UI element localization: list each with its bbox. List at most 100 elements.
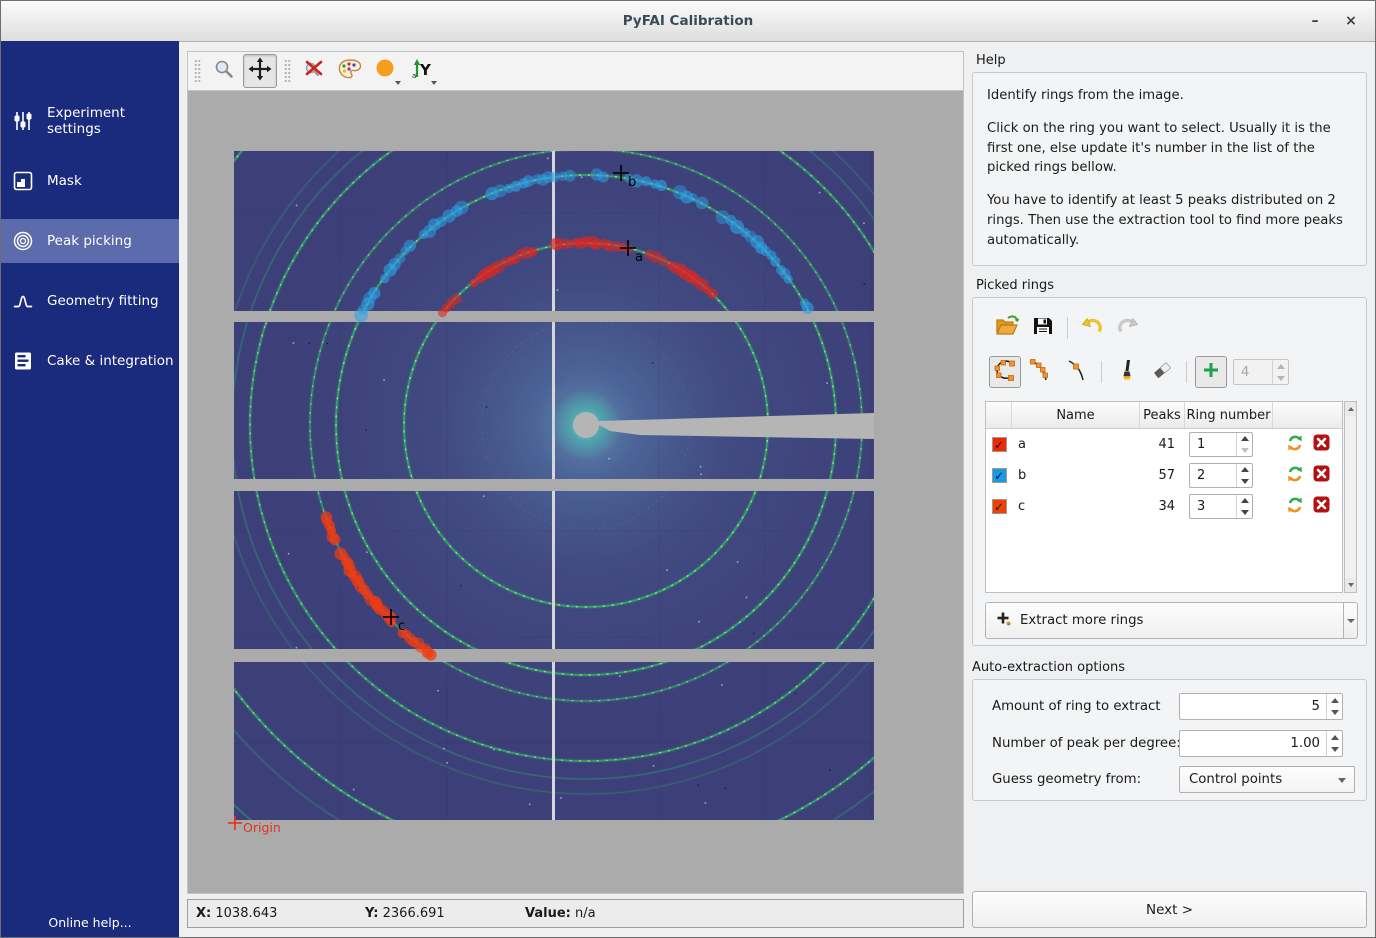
undo-arrow-icon (1080, 315, 1104, 341)
svg-text:Origin: Origin (243, 820, 281, 835)
delete-ring-button[interactable] (1313, 434, 1330, 455)
new-ring-number-spinbox[interactable]: 4 (1233, 359, 1289, 385)
pan-tool-button[interactable] (243, 54, 277, 88)
scroll-up-button[interactable] (1345, 402, 1356, 416)
sidebar-item-label: Experiment settings (47, 105, 179, 137)
picked-rings-table[interactable]: NamePeaksRing number✓a411✓b572✓c343 (985, 401, 1343, 593)
re-extract-ring-button[interactable] (1286, 465, 1304, 487)
save-floppy-icon (1032, 315, 1054, 341)
spinbox-arrows[interactable] (1272, 360, 1288, 384)
ring-name: c (1012, 499, 1140, 514)
sidebar-item-mask[interactable]: Mask (1, 159, 179, 203)
sidebar-item-cake-integration[interactable]: Cake & integration (1, 339, 179, 383)
ring-row-c[interactable]: ✓ c34 3 (986, 491, 1342, 522)
spinbox-arrows[interactable] (1326, 731, 1342, 756)
single-peak-tool-button[interactable] (1061, 356, 1093, 388)
toolbar-drag-handle[interactable] (284, 59, 291, 83)
diffraction-image[interactable]: abcOrigin (187, 91, 964, 894)
add-ring-button[interactable] (1195, 356, 1227, 388)
help-box: Identify rings from the image. Click on … (972, 72, 1367, 266)
zoom-reset-icon (302, 57, 326, 85)
toolbar-separator (1067, 317, 1068, 339)
colormap-button[interactable] (333, 54, 367, 88)
help-group-title: Help (976, 53, 1006, 68)
y-axis-orientation-button[interactable]: aY (405, 54, 439, 88)
svg-text:a: a (635, 250, 643, 265)
ring-visibility-checkbox[interactable]: ✓ (992, 468, 1007, 483)
load-rings-button[interactable] (991, 312, 1023, 344)
ring-number-spinbox[interactable]: 3 (1189, 494, 1253, 519)
ring-number-spinbox[interactable]: 2 (1189, 463, 1253, 488)
minimize-button[interactable]: – (1303, 9, 1327, 33)
sidebar-item-peak-picking[interactable]: Peak picking (1, 219, 179, 263)
table-scrollbar[interactable] (1344, 401, 1357, 593)
table-header-cell (1273, 402, 1342, 428)
online-help-link[interactable]: Online help... (1, 915, 179, 930)
ring-row-b[interactable]: ✓ b57 2 (986, 460, 1342, 491)
ring-visibility-checkbox[interactable]: ✓ (992, 499, 1007, 514)
toolbar-separator (1186, 361, 1187, 383)
coordinate-status-bar: X: 1038.643 Y: 2366.691 Value: n/a (187, 899, 964, 928)
brush-tool-button[interactable] (1110, 356, 1142, 388)
scroll-down-button[interactable] (1345, 578, 1356, 592)
peaks-per-degree-value: 1.00 (1290, 736, 1320, 751)
unzoom-button[interactable] (297, 54, 331, 88)
extract-more-rings-button[interactable]: Extract more rings (985, 602, 1344, 639)
ring-number-value: 1 (1197, 437, 1205, 452)
delete-ring-button[interactable] (1313, 465, 1330, 486)
peaks-per-degree-spinbox[interactable]: 1.00 (1179, 730, 1343, 757)
eraser-tool-button[interactable] (1146, 356, 1178, 388)
arc-select-tool-button[interactable] (1025, 356, 1057, 388)
undo-button[interactable] (1076, 312, 1108, 344)
spinbox-arrows[interactable] (1326, 694, 1342, 719)
redo-arrow-icon (1116, 315, 1140, 341)
auto-extraction-box: Amount of ring to extract 5 Number of pe… (972, 679, 1367, 801)
delete-ring-button[interactable] (1313, 496, 1330, 517)
zoom-tool-button[interactable] (207, 54, 241, 88)
redo-button[interactable] (1112, 312, 1144, 344)
x-coordinate: X: 1038.643 (196, 900, 277, 927)
ring-tool-icon (992, 357, 1018, 387)
spinbox-arrows[interactable] (1236, 433, 1252, 456)
arc-tool-icon (1028, 357, 1054, 387)
ring-row-a[interactable]: ✓a411 (986, 429, 1342, 460)
spinbox-arrows[interactable] (1236, 495, 1252, 518)
re-extract-ring-button[interactable] (1286, 434, 1304, 456)
re-extract-ring-button[interactable] (1286, 496, 1304, 518)
ring-number-value: 3 (1197, 499, 1205, 514)
sidebar-item-experiment-settings[interactable]: Experiment settings (1, 99, 179, 143)
table-header-row: NamePeaksRing number (986, 402, 1342, 429)
ring-select-tool-button[interactable] (989, 356, 1021, 388)
sidebar-item-geometry-fitting[interactable]: Geometry fitting (1, 279, 179, 323)
spinbox-arrows[interactable] (1236, 464, 1252, 487)
amount-of-rings-spinbox[interactable]: 5 (1179, 693, 1343, 720)
plot-toolbar: aY (187, 51, 964, 91)
next-button[interactable]: Next > (972, 891, 1367, 928)
window-title: PyFAI Calibration (1, 1, 1375, 41)
close-button[interactable]: × (1339, 9, 1363, 33)
toolbar-drag-handle[interactable] (194, 59, 201, 83)
ring-number-spinbox[interactable]: 1 (1189, 432, 1253, 457)
brush-icon (1115, 358, 1137, 386)
combobox-caret-icon (1338, 778, 1346, 783)
extract-options-dropdown[interactable] (1344, 602, 1358, 639)
palette-icon (337, 58, 363, 84)
ring-name: b (1012, 468, 1140, 483)
ring-visibility-checkbox[interactable]: ✓ (992, 437, 1007, 452)
magnifier-icon (213, 58, 235, 84)
ring-peaks-count: 34 (1140, 499, 1185, 514)
help-paragraph: You have to identify at least 5 peaks di… (987, 191, 1352, 250)
amount-of-rings-value: 5 (1312, 699, 1320, 714)
ring-peaks-count: 57 (1140, 468, 1185, 483)
ring-number-value: 2 (1197, 468, 1205, 483)
extract-plus-icon (996, 611, 1012, 631)
peaks-per-degree-label: Number of peak per degree: (992, 730, 1181, 757)
rings-icon (12, 230, 34, 252)
guess-geometry-combobox[interactable]: Control points (1179, 766, 1355, 793)
table-header-cell: Name (1012, 402, 1140, 428)
peak-tool-icon (1064, 357, 1090, 387)
open-folder-icon (994, 314, 1020, 342)
marker-color-button[interactable] (369, 54, 403, 88)
svg-text:c: c (398, 619, 405, 634)
save-rings-button[interactable] (1027, 312, 1059, 344)
